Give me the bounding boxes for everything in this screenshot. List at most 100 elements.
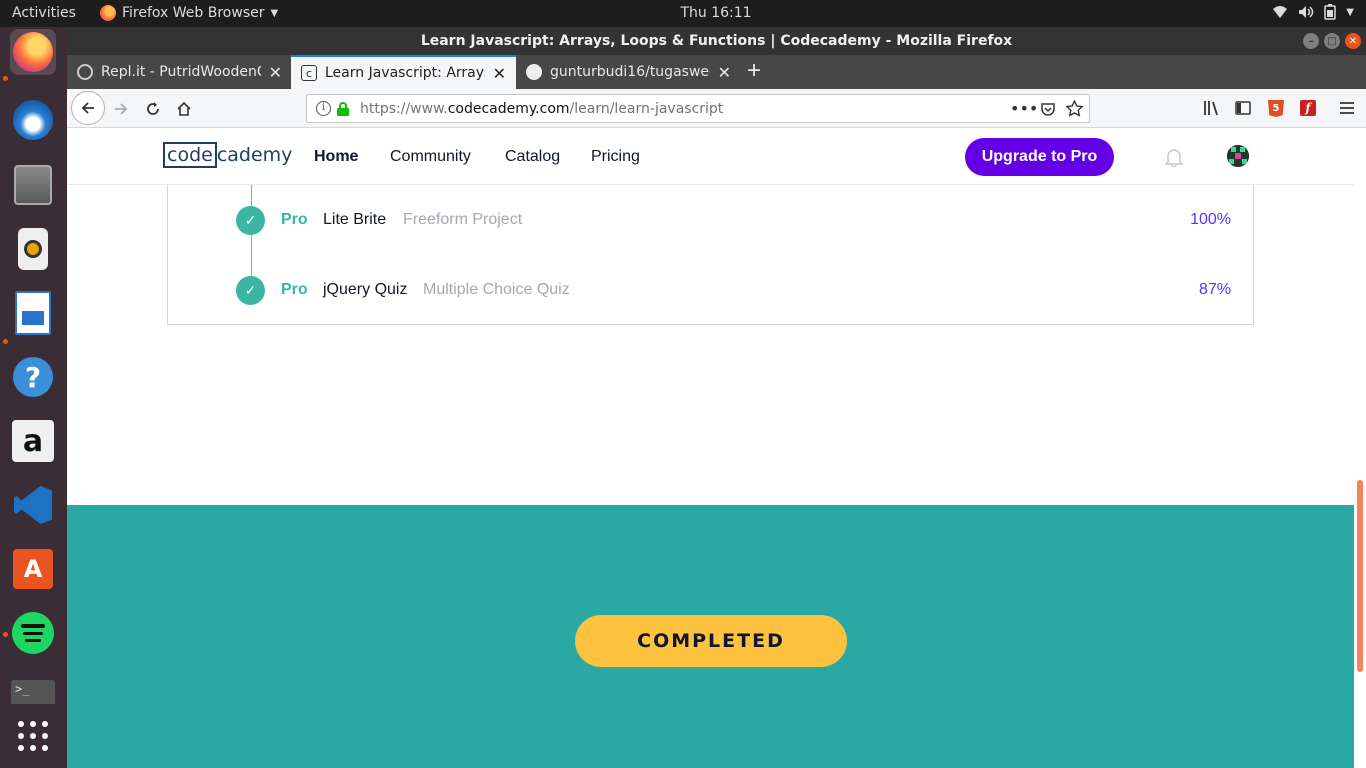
url-bar[interactable]: i https://www.codecademy.com/learn/learn… [306, 94, 1090, 123]
minimize-button[interactable]: – [1303, 33, 1319, 49]
tab-label: Repl.it - PutridWoodenC [101, 64, 261, 80]
terminal-launcher[interactable]: >_ [10, 677, 56, 707]
html5-extension-icon[interactable]: 5 [1268, 100, 1284, 117]
forward-button[interactable] [107, 95, 135, 123]
replit-favicon [77, 64, 93, 80]
scrollbar-thumb[interactable] [1357, 480, 1363, 672]
arrow-left-icon [81, 102, 94, 114]
reload-button[interactable] [139, 95, 167, 123]
running-indicator [3, 76, 8, 81]
upgrade-to-pro-button[interactable]: Upgrade to Pro [965, 138, 1114, 176]
terminal-icon: >_ [11, 680, 55, 704]
avatar[interactable] [1227, 145, 1249, 167]
page-actions-icon[interactable]: ••• [1010, 99, 1038, 118]
home-button[interactable] [170, 95, 198, 123]
clock[interactable]: Thu 16:11 [680, 5, 751, 21]
amazon-icon: a [12, 420, 54, 462]
bell-icon[interactable] [1165, 147, 1183, 167]
nav-community[interactable]: Community [390, 148, 471, 166]
thunderbird-icon [13, 100, 53, 140]
tab-label: Learn Javascript: Arrays, [325, 65, 485, 81]
tab-codecademy[interactable]: c Learn Javascript: Arrays, ✕ [291, 55, 516, 89]
nav-home[interactable]: Home [314, 148, 358, 166]
spotify-launcher[interactable] [10, 610, 56, 656]
completed-button[interactable]: COMPLETED [575, 615, 847, 667]
url-text: https://www.codecademy.com/learn/learn-j… [360, 101, 724, 117]
firefox-launcher[interactable] [10, 29, 56, 75]
document-icon [15, 291, 51, 335]
page-scrollbar[interactable] [1354, 128, 1366, 768]
lesson-list-card: ✓ Pro Lite Brite Freeform Project 100% ✓… [167, 185, 1254, 325]
reload-icon [147, 102, 159, 115]
window-title-bar[interactable]: Learn Javascript: Arrays, Loops & Functi… [67, 27, 1366, 55]
completion-section: COMPLETED [67, 505, 1354, 768]
pro-badge: Pro [281, 281, 308, 298]
pro-badge: Pro [281, 211, 308, 228]
app-menu[interactable]: Firefox Web Browser ▼ [100, 5, 278, 21]
close-icon[interactable]: ✕ [269, 63, 282, 82]
close-icon[interactable]: ✕ [493, 64, 506, 83]
lesson-progress: 87% [1198, 281, 1231, 298]
info-icon[interactable]: i [316, 101, 331, 116]
page-viewport: code cademy Home Community Catalog Prici… [67, 128, 1354, 768]
pocket-icon[interactable] [1040, 101, 1056, 117]
lock-icon[interactable] [337, 102, 349, 116]
codecademy-favicon: c [301, 65, 317, 81]
arrow-right-icon [115, 103, 128, 115]
close-window-button[interactable]: ✕ [1345, 33, 1361, 49]
flash-extension-icon[interactable]: f [1300, 100, 1316, 116]
lesson-type: Multiple Choice Quiz [423, 281, 570, 298]
lesson-row[interactable]: ✓ Pro jQuery Quiz Multiple Choice Quiz 8… [168, 270, 1255, 310]
battery-icon [1324, 4, 1337, 20]
thunderbird-launcher[interactable] [10, 97, 56, 143]
github-icon [526, 64, 542, 80]
lesson-row[interactable]: ✓ Pro Lite Brite Freeform Project 100% [168, 200, 1255, 240]
maximize-button[interactable]: □ [1324, 33, 1340, 49]
speaker-icon [18, 228, 48, 270]
vscode-icon [14, 486, 52, 524]
volume-icon [1299, 6, 1314, 18]
libreoffice-writer-launcher[interactable] [10, 290, 56, 336]
navigation-toolbar: i https://www.codecademy.com/learn/learn… [67, 89, 1366, 128]
software-center-launcher[interactable]: A [10, 546, 56, 592]
library-icon[interactable] [1203, 100, 1221, 116]
checkmark-icon: ✓ [236, 276, 265, 305]
back-button[interactable] [71, 91, 105, 125]
rhythmbox-launcher[interactable] [10, 226, 56, 272]
avatar-pattern-icon [1227, 145, 1249, 167]
running-indicator [3, 339, 8, 344]
activities-button[interactable]: Activities [12, 5, 76, 21]
tab-github[interactable]: gunturbudi16/tugasweel ✕ [516, 55, 741, 89]
system-top-bar: Activities Firefox Web Browser ▼ Thu 16:… [0, 0, 1366, 27]
show-applications-button[interactable] [10, 713, 56, 759]
system-tray[interactable]: ▼ [1272, 4, 1354, 20]
lesson-type: Freeform Project [403, 211, 523, 228]
logo-boxed-text: code [163, 142, 217, 168]
lesson-name[interactable]: Lite Brite [323, 211, 386, 229]
tab-replit[interactable]: Repl.it - PutridWoodenC ✕ [67, 55, 292, 89]
help-launcher[interactable]: ? [10, 354, 56, 400]
nav-pricing[interactable]: Pricing [591, 148, 640, 166]
chevron-down-icon: ▼ [270, 7, 279, 19]
running-indicator [3, 632, 8, 637]
sidebar-icon[interactable] [1235, 100, 1251, 116]
tab-label: gunturbudi16/tugasweel [550, 64, 710, 80]
files-launcher[interactable] [10, 162, 56, 208]
file-cabinet-icon [14, 165, 52, 205]
checkmark-icon: ✓ [236, 206, 265, 235]
lesson-progress: 100% [1190, 211, 1231, 228]
bookmark-star-icon[interactable] [1066, 100, 1083, 117]
close-icon[interactable]: ✕ [718, 63, 731, 82]
lesson-name[interactable]: jQuery Quiz [323, 281, 407, 299]
firefox-icon [13, 32, 53, 72]
vscode-launcher[interactable] [10, 482, 56, 528]
help-icon: ? [13, 357, 53, 397]
nav-catalog[interactable]: Catalog [505, 148, 560, 166]
new-tab-button[interactable]: + [747, 57, 761, 85]
ubuntu-dock: ? a A >_ [0, 27, 67, 768]
app-menu-label: Firefox Web Browser [122, 5, 265, 21]
codecademy-logo[interactable]: code cademy [163, 142, 292, 168]
amazon-launcher[interactable]: a [10, 418, 56, 464]
hamburger-menu-icon[interactable] [1339, 101, 1355, 115]
firefox-icon [100, 5, 116, 21]
